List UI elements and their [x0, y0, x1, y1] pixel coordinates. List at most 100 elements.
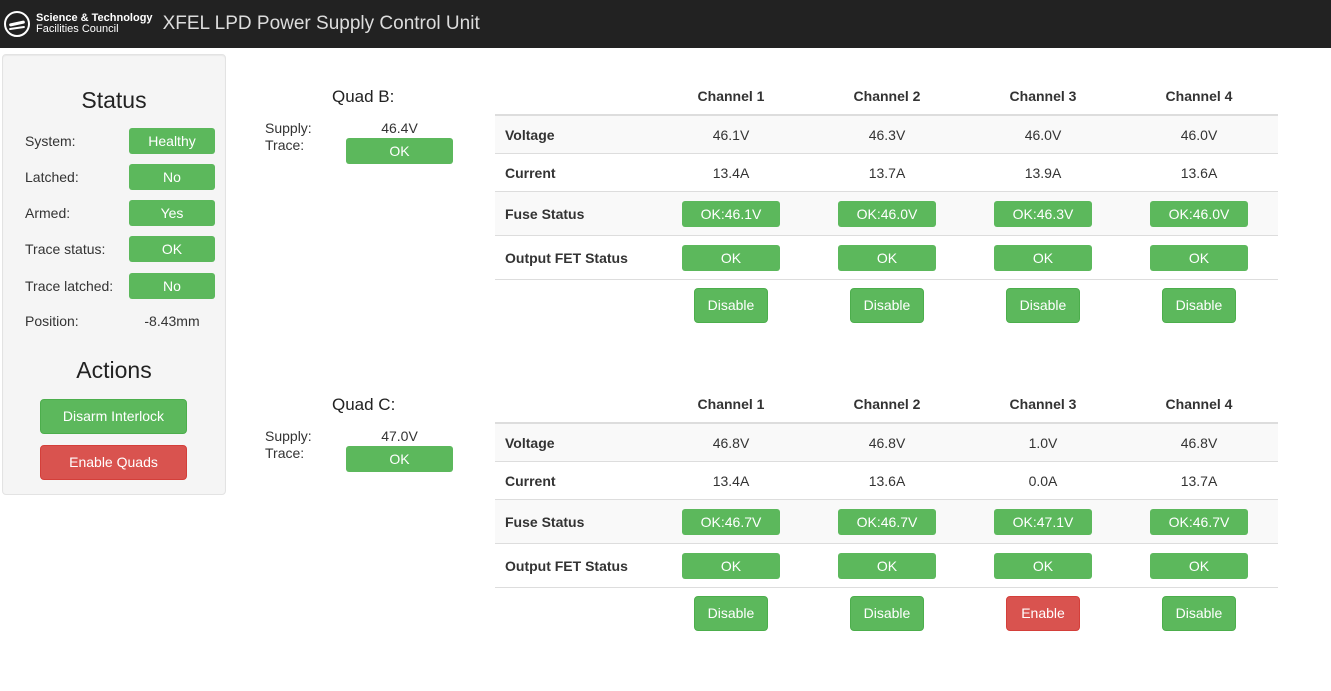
fuse-cell: OK:46.7V [809, 508, 965, 535]
fet-status-badge: OK [682, 552, 780, 579]
trace-badge: OK [346, 138, 453, 164]
fuse-status-row: Fuse Status OK:46.1V OK:46.0V OK:46.3V O… [495, 192, 1278, 236]
fet-cell: OK [809, 244, 965, 271]
current-row: Current 13.4A 13.6A 0.0A 13.7A [495, 462, 1278, 500]
fuse-cell: OK:46.7V [1121, 508, 1277, 535]
current-value: 13.7A [1180, 472, 1218, 489]
fet-cell: OK [965, 552, 1121, 579]
fuse-cell: OK:46.3V [965, 200, 1121, 227]
fet-status-badge: OK [682, 244, 780, 271]
current-value: 0.0A [1028, 472, 1058, 489]
fuse-cell: OK:46.0V [809, 200, 965, 227]
channel-button-row: Disable Disable Enable Disable [495, 588, 1278, 638]
channel-3-enable-button[interactable]: Enable [1006, 595, 1080, 631]
fet-cell: OK [653, 552, 809, 579]
supply-value: 46.4V [381, 120, 418, 136]
channel-header: Channel 4 [1165, 88, 1233, 104]
table-header-row: Channel 1 Channel 2 Channel 3 Channel 4 [495, 78, 1278, 116]
voltage-value: 46.8V [712, 434, 750, 451]
current-value: 13.4A [712, 164, 750, 181]
status-label: Trace latched: [25, 278, 114, 294]
channel-4-disable-button[interactable]: Disable [1162, 595, 1236, 631]
supply-value: 47.0V [381, 428, 418, 444]
fuse-status-row: Fuse Status OK:46.7V OK:46.7V OK:47.1V O… [495, 500, 1278, 544]
fet-status-badge: OK [994, 552, 1092, 579]
fet-status-row: Output FET Status OK OK OK OK [495, 236, 1278, 280]
quad-b-section: Quad B: Supply: Trace: 46.4V OK Channel … [0, 0, 1331, 323]
fet-cell: OK [1121, 244, 1277, 271]
row-label: Fuse Status [505, 205, 585, 222]
button-cell: Disable [1121, 595, 1277, 631]
voltage-value: 46.0V [1024, 126, 1062, 143]
fuse-status-badge: OK:46.3V [994, 200, 1092, 227]
supply-label: Supply: [265, 428, 312, 444]
fet-status-row: Output FET Status OK OK OK OK [495, 544, 1278, 588]
current-value: 13.4A [712, 472, 750, 489]
button-cell: Disable [809, 595, 965, 631]
current-value: 13.9A [1024, 164, 1062, 181]
voltage-value: 46.3V [868, 126, 906, 143]
channel-header: Channel 3 [1009, 396, 1077, 412]
row-label: Fuse Status [505, 513, 585, 530]
channel-table: Channel 1 Channel 2 Channel 3 Channel 4 … [495, 78, 1278, 330]
channel-header: Channel 4 [1165, 396, 1233, 412]
fuse-status-badge: OK:46.7V [682, 508, 780, 535]
current-value: 13.7A [868, 164, 906, 181]
fet-status-badge: OK [838, 244, 936, 271]
voltage-row: Voltage 46.8V 46.8V 1.0V 46.8V [495, 424, 1278, 462]
current-row: Current 13.4A 13.7A 13.9A 13.6A [495, 154, 1278, 192]
row-label: Output FET Status [505, 249, 628, 266]
fet-status-badge: OK [838, 552, 936, 579]
quad-title: Quad B: [332, 87, 395, 106]
fuse-status-badge: OK:46.0V [838, 200, 936, 227]
fet-cell: OK [809, 552, 965, 579]
current-value: 13.6A [868, 472, 906, 489]
supply-label: Supply: [265, 120, 312, 136]
channel-table: Channel 1 Channel 2 Channel 3 Channel 4 … [495, 386, 1278, 638]
row-label: Current [505, 164, 556, 181]
voltage-value: 46.8V [868, 434, 906, 451]
fuse-cell: OK:46.1V [653, 200, 809, 227]
row-label: Voltage [505, 126, 555, 143]
quad-c-section: Quad C: Supply: Trace: 47.0V OK Channel … [0, 308, 1331, 631]
row-label: Voltage [505, 434, 555, 451]
channel-1-disable-button[interactable]: Disable [694, 595, 768, 631]
channel-header: Channel 2 [853, 88, 921, 104]
button-cell: Disable [653, 595, 809, 631]
channel-header: Channel 1 [697, 88, 765, 104]
row-label: Output FET Status [505, 557, 628, 574]
fuse-status-badge: OK:46.1V [682, 200, 780, 227]
voltage-value: 46.1V [712, 126, 750, 143]
button-cell: Enable [965, 595, 1121, 631]
table-header-row: Channel 1 Channel 2 Channel 3 Channel 4 [495, 386, 1278, 424]
channel-header: Channel 1 [697, 396, 765, 412]
channel-header: Channel 3 [1009, 88, 1077, 104]
quad-title: Quad C: [332, 395, 396, 414]
fet-status-badge: OK [1150, 244, 1248, 271]
fet-cell: OK [653, 244, 809, 271]
row-label: Current [505, 472, 556, 489]
fuse-cell: OK:46.0V [1121, 200, 1277, 227]
voltage-value: 1.0V [1028, 434, 1058, 451]
current-value: 13.6A [1180, 164, 1218, 181]
voltage-value: 46.0V [1180, 126, 1218, 143]
status-row-trace-latched: Trace latched: No [25, 273, 215, 299]
voltage-row: Voltage 46.1V 46.3V 46.0V 46.0V [495, 116, 1278, 154]
fet-cell: OK [965, 244, 1121, 271]
fuse-status-badge: OK:46.0V [1150, 200, 1248, 227]
trace-label: Trace: [265, 137, 305, 153]
fuse-cell: OK:46.7V [653, 508, 809, 535]
trace-badge: OK [346, 446, 453, 472]
fet-cell: OK [1121, 552, 1277, 579]
trace-label: Trace: [265, 445, 305, 461]
fuse-cell: OK:47.1V [965, 508, 1121, 535]
fuse-status-badge: OK:46.7V [1150, 508, 1248, 535]
voltage-value: 46.8V [1180, 434, 1218, 451]
fuse-status-badge: OK:46.7V [838, 508, 936, 535]
fuse-status-badge: OK:47.1V [994, 508, 1092, 535]
fet-status-badge: OK [994, 244, 1092, 271]
fet-status-badge: OK [1150, 552, 1248, 579]
trace-latched-badge: No [129, 273, 215, 299]
channel-2-disable-button[interactable]: Disable [850, 595, 924, 631]
channel-header: Channel 2 [853, 396, 921, 412]
